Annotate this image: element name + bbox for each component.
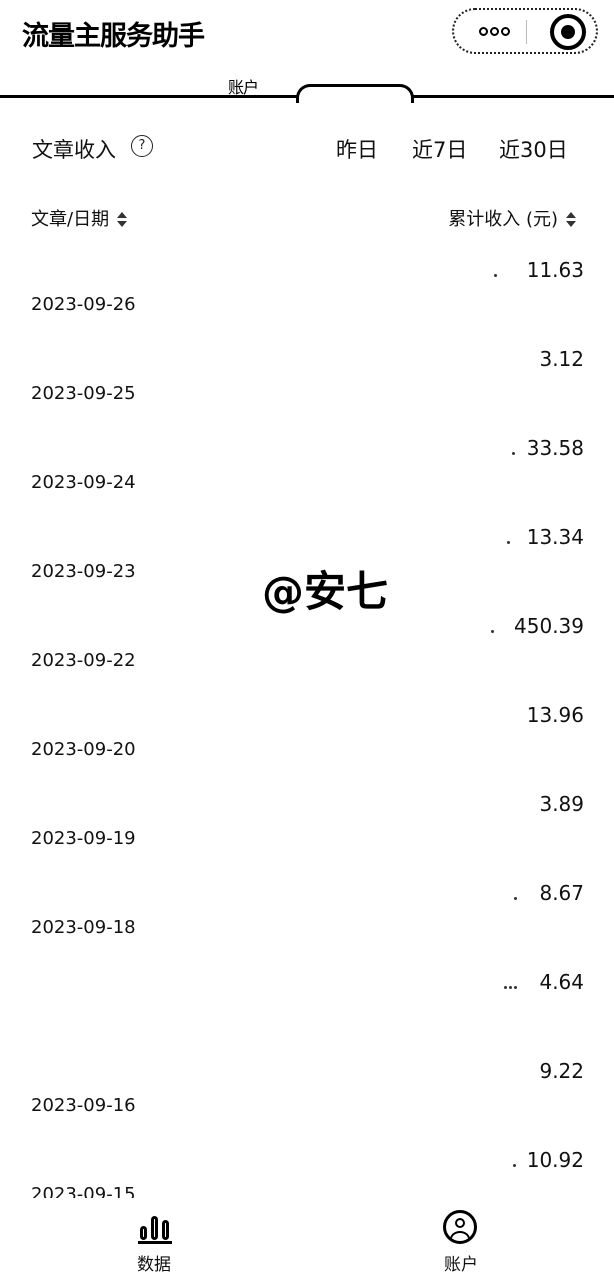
row-amount: 8.67 [539, 881, 584, 905]
more-dots-icon[interactable] [472, 19, 516, 43]
row-date: 2023-09-16 [31, 1095, 136, 1116]
row-date: 2023-09-19 [31, 828, 136, 849]
row-date: 2023-09-26 [31, 294, 136, 315]
bottom-tab-bar: 数据 账户 [0, 1198, 614, 1280]
title-truncation-mark [507, 541, 510, 544]
range-tab-7days[interactable]: 近7日 [412, 134, 467, 164]
range-tab-30days[interactable]: 近30日 [499, 134, 568, 164]
row-date: 2023-09-25 [31, 383, 136, 404]
section-title: 文章收入 [32, 138, 116, 162]
column-header-cumulative-income[interactable]: 累计收入 (元) [448, 205, 576, 231]
list-item[interactable]: 450.39 2023-09-22 [0, 608, 614, 697]
title-truncation-mark [494, 274, 497, 277]
list-item[interactable]: 10.92 2023-09-15 [0, 1142, 614, 1198]
tab-account[interactable]: 账户 [228, 74, 259, 98]
income-list[interactable]: 11.63 2023-09-26 3.12 2023-09-25 33.58 2… [0, 252, 614, 1198]
row-date: 2023-09-15 [31, 1184, 136, 1198]
tabbar-label: 数据 [137, 1255, 171, 1275]
list-item[interactable]: 33.58 2023-09-24 [0, 430, 614, 519]
row-amount: 13.34 [526, 525, 584, 549]
tab-strip: 账户 [0, 70, 614, 104]
row-amount: 11.63 [526, 258, 584, 282]
tabbar-label: 账户 [444, 1255, 478, 1275]
range-tab-yesterday[interactable]: 昨日 [336, 134, 378, 164]
help-icon[interactable]: ? [131, 135, 153, 157]
list-item[interactable]: 8.67 2023-09-18 [0, 875, 614, 964]
sort-icon[interactable] [117, 212, 128, 228]
list-item[interactable]: 9.22 2023-09-16 [0, 1053, 614, 1142]
watermark: @安七 [262, 567, 389, 616]
app-title: 流量主服务助手 [22, 21, 205, 52]
list-item[interactable]: 3.12 2023-09-25 [0, 341, 614, 430]
row-amount: 3.89 [539, 792, 584, 816]
tabbar-item-account[interactable]: 账户 [411, 1208, 511, 1278]
tab-indicator [296, 84, 414, 103]
row-amount: 4.64 [539, 970, 584, 994]
title-truncation-mark [509, 986, 512, 989]
tabbar-item-data[interactable]: 数据 [104, 1208, 204, 1278]
column-header-label: 文章/日期 [31, 209, 110, 230]
target-circle-icon[interactable] [550, 14, 586, 50]
title-truncation-mark [514, 897, 517, 900]
list-item[interactable]: 4.64 [0, 964, 614, 1053]
row-amount: 450.39 [514, 614, 584, 638]
row-amount: 33.58 [526, 436, 584, 460]
top-bar: 流量主服务助手 [0, 0, 614, 70]
row-date: 2023-09-18 [31, 917, 136, 938]
mini-program-capsule [452, 8, 598, 54]
column-header-label: 累计收入 (元) [448, 209, 558, 230]
row-amount: 10.92 [526, 1148, 584, 1172]
bar-chart-icon [138, 1210, 172, 1244]
title-truncation-mark [513, 1164, 516, 1167]
title-truncation-mark [512, 452, 515, 455]
row-date: 2023-09-24 [31, 472, 136, 493]
capsule-divider [526, 20, 527, 44]
user-icon [443, 1210, 477, 1244]
row-amount: 3.12 [539, 347, 584, 371]
title-truncation-mark [491, 630, 494, 633]
title-truncation-mark [514, 986, 517, 989]
row-date: 2023-09-20 [31, 739, 136, 760]
row-amount: 9.22 [539, 1059, 584, 1083]
title-truncation-mark [504, 986, 507, 989]
column-header-article-date[interactable]: 文章/日期 [31, 205, 128, 231]
list-item[interactable]: 13.96 2023-09-20 [0, 697, 614, 786]
row-date: 2023-09-23 [31, 561, 136, 582]
row-date: 2023-09-22 [31, 650, 136, 671]
sort-icon[interactable] [566, 212, 576, 228]
row-amount: 13.96 [526, 703, 584, 727]
list-item[interactable]: 11.63 2023-09-26 [0, 252, 614, 341]
list-item[interactable]: 3.89 2023-09-19 [0, 786, 614, 875]
income-header: 文章收入 ? 昨日 近7日 近30日 [0, 112, 614, 182]
